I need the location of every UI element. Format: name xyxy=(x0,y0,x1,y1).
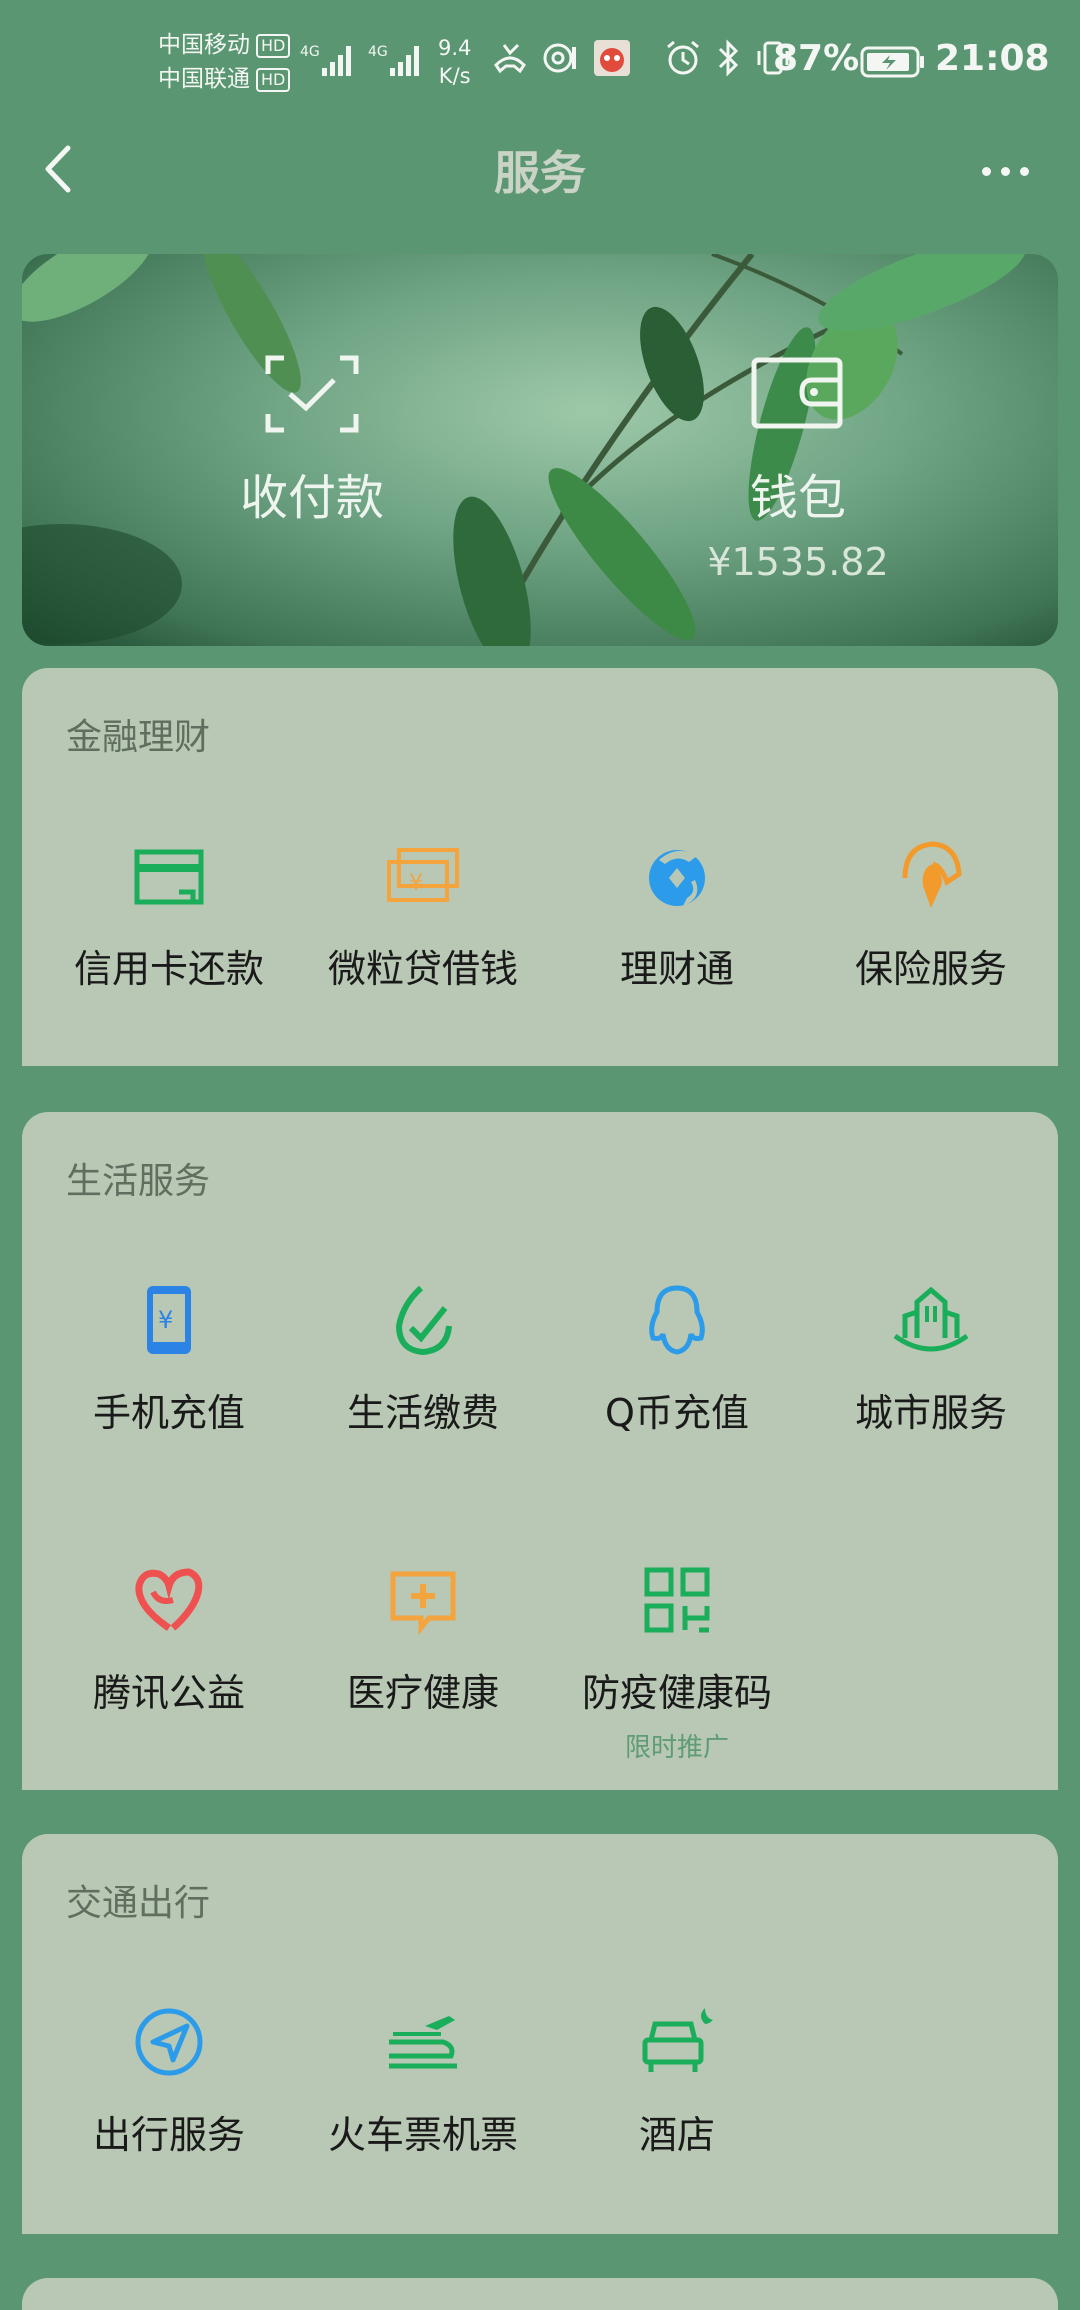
wallet-icon xyxy=(751,357,843,429)
train-flight-tickets-item[interactable]: 火车票机票 xyxy=(296,2002,550,2159)
hd-badge: HD xyxy=(256,33,291,58)
battery-icon xyxy=(860,46,924,78)
weilidai-loan-item[interactable]: ¥ 微粒贷借钱 xyxy=(296,836,550,993)
net-speed: 9.4 K/s xyxy=(438,36,472,88)
penguin-icon xyxy=(649,1285,705,1355)
net-type: 4G xyxy=(300,44,320,60)
battery-percent: 87% xyxy=(773,38,860,79)
more-dot xyxy=(981,166,991,176)
wallet-balance: ¥1535.82 xyxy=(707,540,889,584)
wallet-label: 钱包 xyxy=(749,470,846,526)
scan-check-icon xyxy=(265,355,359,433)
transport-section: 交通出行 出行服务 火车票机票 酒店 xyxy=(22,1834,1058,2234)
medical-plus-icon xyxy=(390,1571,456,1634)
city-services-item[interactable]: 城市服务 xyxy=(804,1280,1058,1437)
wealth-circle-icon xyxy=(649,850,705,906)
clock: 21:08 xyxy=(935,38,1050,79)
train-plane-icon xyxy=(389,2016,457,2069)
promo-tag: 限时推广 xyxy=(624,1733,729,1763)
leaf-check-icon xyxy=(395,1285,452,1356)
wallet-button[interactable]: 钱包 ¥1535.82 xyxy=(688,354,908,584)
net-type: 4G xyxy=(368,44,388,60)
signal-icon: 4G xyxy=(368,44,419,76)
credit-card-icon xyxy=(134,849,204,905)
bluetooth-icon xyxy=(718,39,739,77)
app-notification-icon xyxy=(594,40,630,76)
medical-health-item[interactable]: 医疗健康 xyxy=(296,1560,550,1717)
svg-text:¥: ¥ xyxy=(158,1306,173,1334)
svg-text:¥: ¥ xyxy=(409,871,423,896)
umbrella-icon xyxy=(902,841,962,908)
section-title: 交通出行 xyxy=(66,1883,211,1924)
tencent-charity-item[interactable]: 腾讯公益 xyxy=(42,1560,296,1717)
hotel-item[interactable]: 酒店 xyxy=(550,2002,804,2159)
title-bar: 服务 xyxy=(0,125,1080,215)
next-section-card xyxy=(22,2278,1058,2310)
heart-icon xyxy=(135,1568,203,1631)
licaitong-item[interactable]: 理财通 xyxy=(550,836,804,993)
nfc-icon xyxy=(543,43,576,73)
more-dot xyxy=(1000,166,1010,176)
signal-icon: 4G xyxy=(300,44,351,76)
section-title: 生活服务 xyxy=(66,1161,211,1202)
more-button[interactable] xyxy=(970,153,1040,189)
qr-code-icon xyxy=(644,1567,710,1633)
payment-banner: 收付款 钱包 ¥1535.82 xyxy=(22,254,1058,646)
section-title: 金融理财 xyxy=(66,717,211,758)
credit-card-repay-item[interactable]: 信用卡还款 xyxy=(42,836,296,993)
alarm-icon xyxy=(667,40,699,75)
travel-services-item[interactable]: 出行服务 xyxy=(42,2002,296,2159)
insurance-item[interactable]: 保险服务 xyxy=(804,836,1058,993)
more-dot xyxy=(1019,166,1029,176)
phone-recharge-icon: ¥ xyxy=(147,1286,191,1354)
carrier-info: 中国移动 HD 中国联通 HD xyxy=(158,28,291,96)
hotel-bed-icon xyxy=(642,2008,713,2072)
life-services-section: 生活服务 ¥ 手机充值 生活缴费 Q币充值 城市服务 腾讯公益 医疗健康 防疫健… xyxy=(22,1112,1058,1790)
qcoin-recharge-item[interactable]: Q币充值 xyxy=(550,1280,804,1437)
finance-section: 金融理财 信用卡还款 ¥ 微粒贷借钱 理财通 保险服务 xyxy=(22,668,1058,1066)
health-code-item[interactable]: 防疫健康码 限时推广 xyxy=(550,1560,804,1764)
pay-receive-label: 收付款 xyxy=(239,470,384,526)
city-icon xyxy=(893,1286,969,1352)
status-bar: 中国移动 HD 中国联通 HD 4G 4G 9.4 K/s 87% 21:08 xyxy=(0,0,1080,125)
missed-call-icon xyxy=(494,43,526,74)
navigation-icon xyxy=(135,2008,203,2076)
page-title: 服务 xyxy=(494,146,586,200)
carrier-1: 中国移动 xyxy=(158,32,250,58)
pay-receive-button[interactable]: 收付款 xyxy=(202,354,422,528)
cash-stack-icon: ¥ xyxy=(387,848,459,902)
hd-badge: HD xyxy=(256,67,291,92)
carrier-2: 中国联通 xyxy=(158,66,250,92)
mobile-recharge-item[interactable]: ¥ 手机充值 xyxy=(42,1280,296,1437)
utility-payment-item[interactable]: 生活缴费 xyxy=(296,1280,550,1437)
